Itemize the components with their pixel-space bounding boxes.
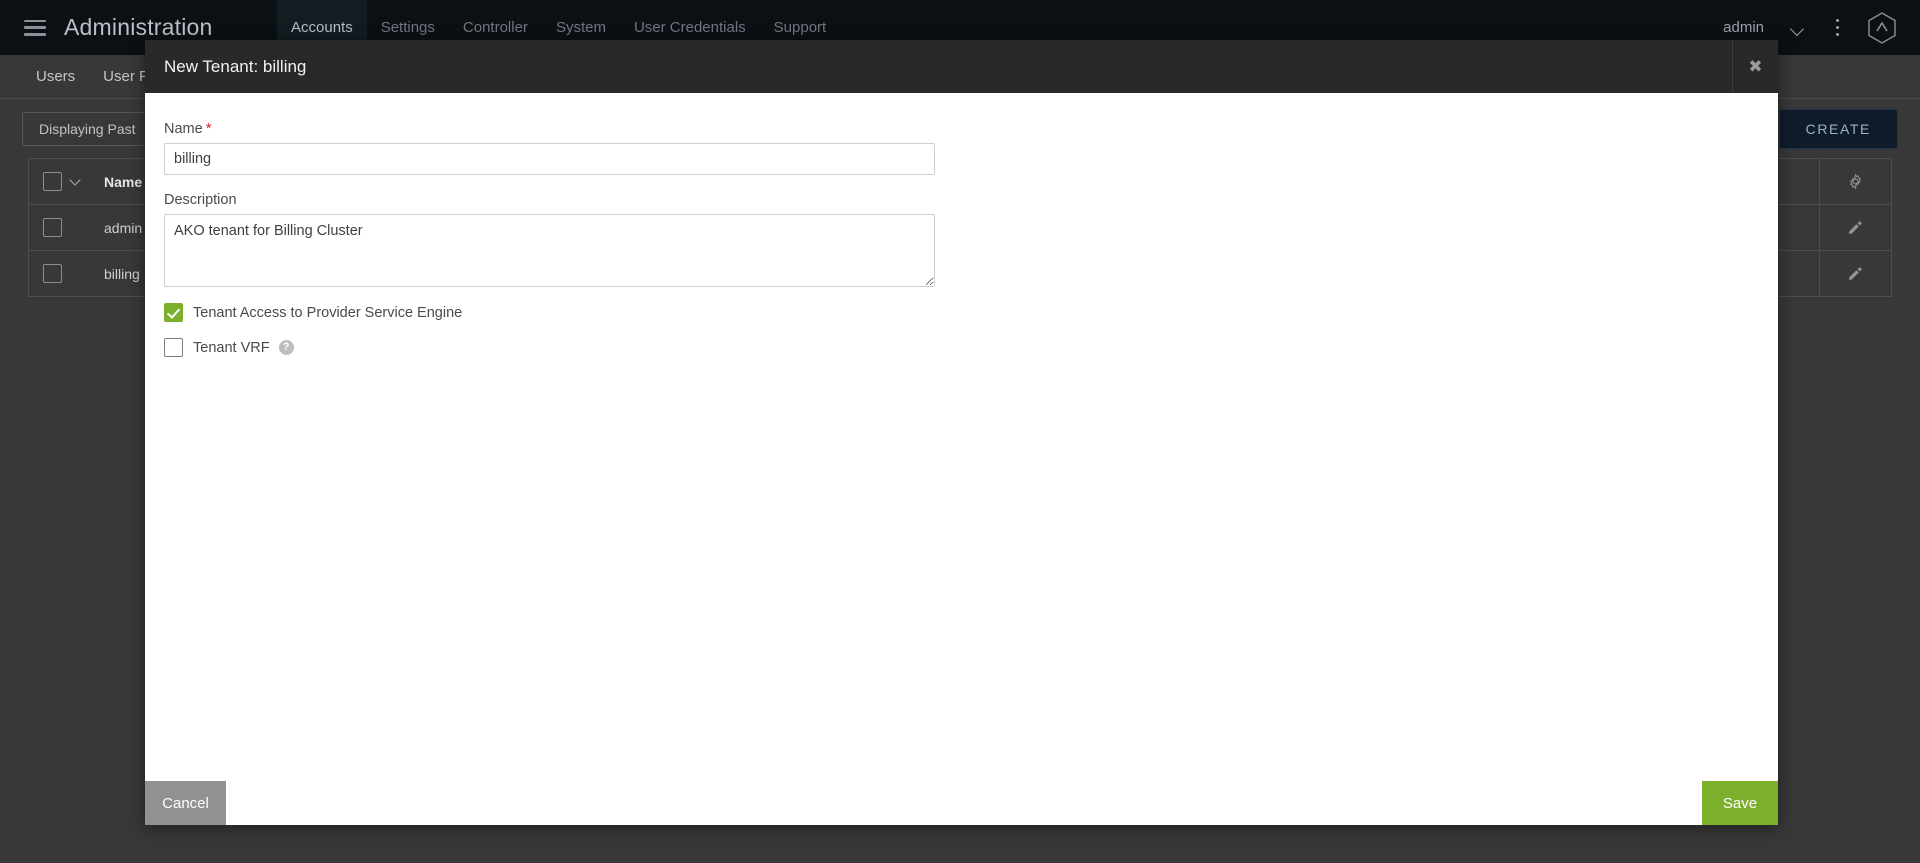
new-tenant-modal: New Tenant: billing ✖ Name* Description … [145,40,1778,825]
row-edit-button[interactable] [1819,205,1891,250]
row-edit-button[interactable] [1819,251,1891,296]
time-range-filter[interactable]: Displaying Past [22,112,153,146]
chevron-down-icon[interactable] [1792,24,1806,32]
chevron-down-icon[interactable] [70,176,82,188]
row-select-checkbox[interactable] [43,264,62,283]
modal-header: New Tenant: billing ✖ [145,40,1778,93]
modal-footer: Cancel Save [145,781,1778,825]
tenant-vrf-checkbox-row[interactable]: Tenant VRF ? [164,338,1759,357]
app-title: Administration [64,14,213,40]
required-asterisk: * [205,120,212,137]
tenant-access-label: Tenant Access to Provider Service Engine [193,304,463,321]
tenant-vrf-label: Tenant VRF [193,339,270,356]
tenant-access-checkbox[interactable] [164,303,183,322]
application-root: Administration Accounts Settings Control… [0,0,1920,863]
description-field-group: Description AKO tenant for Billing Clust… [164,191,1759,287]
vertical-dots-icon[interactable] [1836,18,1840,37]
tenant-vrf-checkbox[interactable] [164,338,183,357]
modal-body: Name* Description AKO tenant for Billing… [145,93,1778,781]
name-label-text: Name [164,121,203,137]
gear-icon [1850,173,1861,190]
name-field-group: Name * [164,120,1759,175]
help-circle-icon[interactable]: ? [278,340,294,355]
create-button[interactable]: CREATE [1778,109,1898,149]
row-select-checkbox[interactable] [43,218,62,237]
sub-tab-users[interactable]: Users [22,68,89,85]
table-settings-button[interactable] [1819,159,1891,204]
hamburger-icon[interactable] [24,19,46,36]
description-field-label: Description [164,192,237,208]
select-all-checkbox[interactable] [43,172,62,191]
save-button[interactable]: Save [1702,781,1778,825]
pencil-icon [1848,221,1862,235]
description-textarea[interactable]: AKO tenant for Billing Cluster [164,214,935,287]
pencil-icon [1848,267,1862,281]
footer-spacer [226,781,1702,825]
tenant-access-checkbox-row[interactable]: Tenant Access to Provider Service Engine [164,303,1759,322]
avi-hexagon-logo-icon[interactable] [1866,11,1898,45]
close-icon[interactable]: ✖ [1732,40,1778,93]
name-input[interactable] [164,143,935,175]
modal-title: New Tenant: billing [164,56,307,76]
name-field-label: Name * [164,120,212,137]
cancel-button[interactable]: Cancel [145,781,226,825]
current-user-label[interactable]: admin [1723,19,1764,36]
